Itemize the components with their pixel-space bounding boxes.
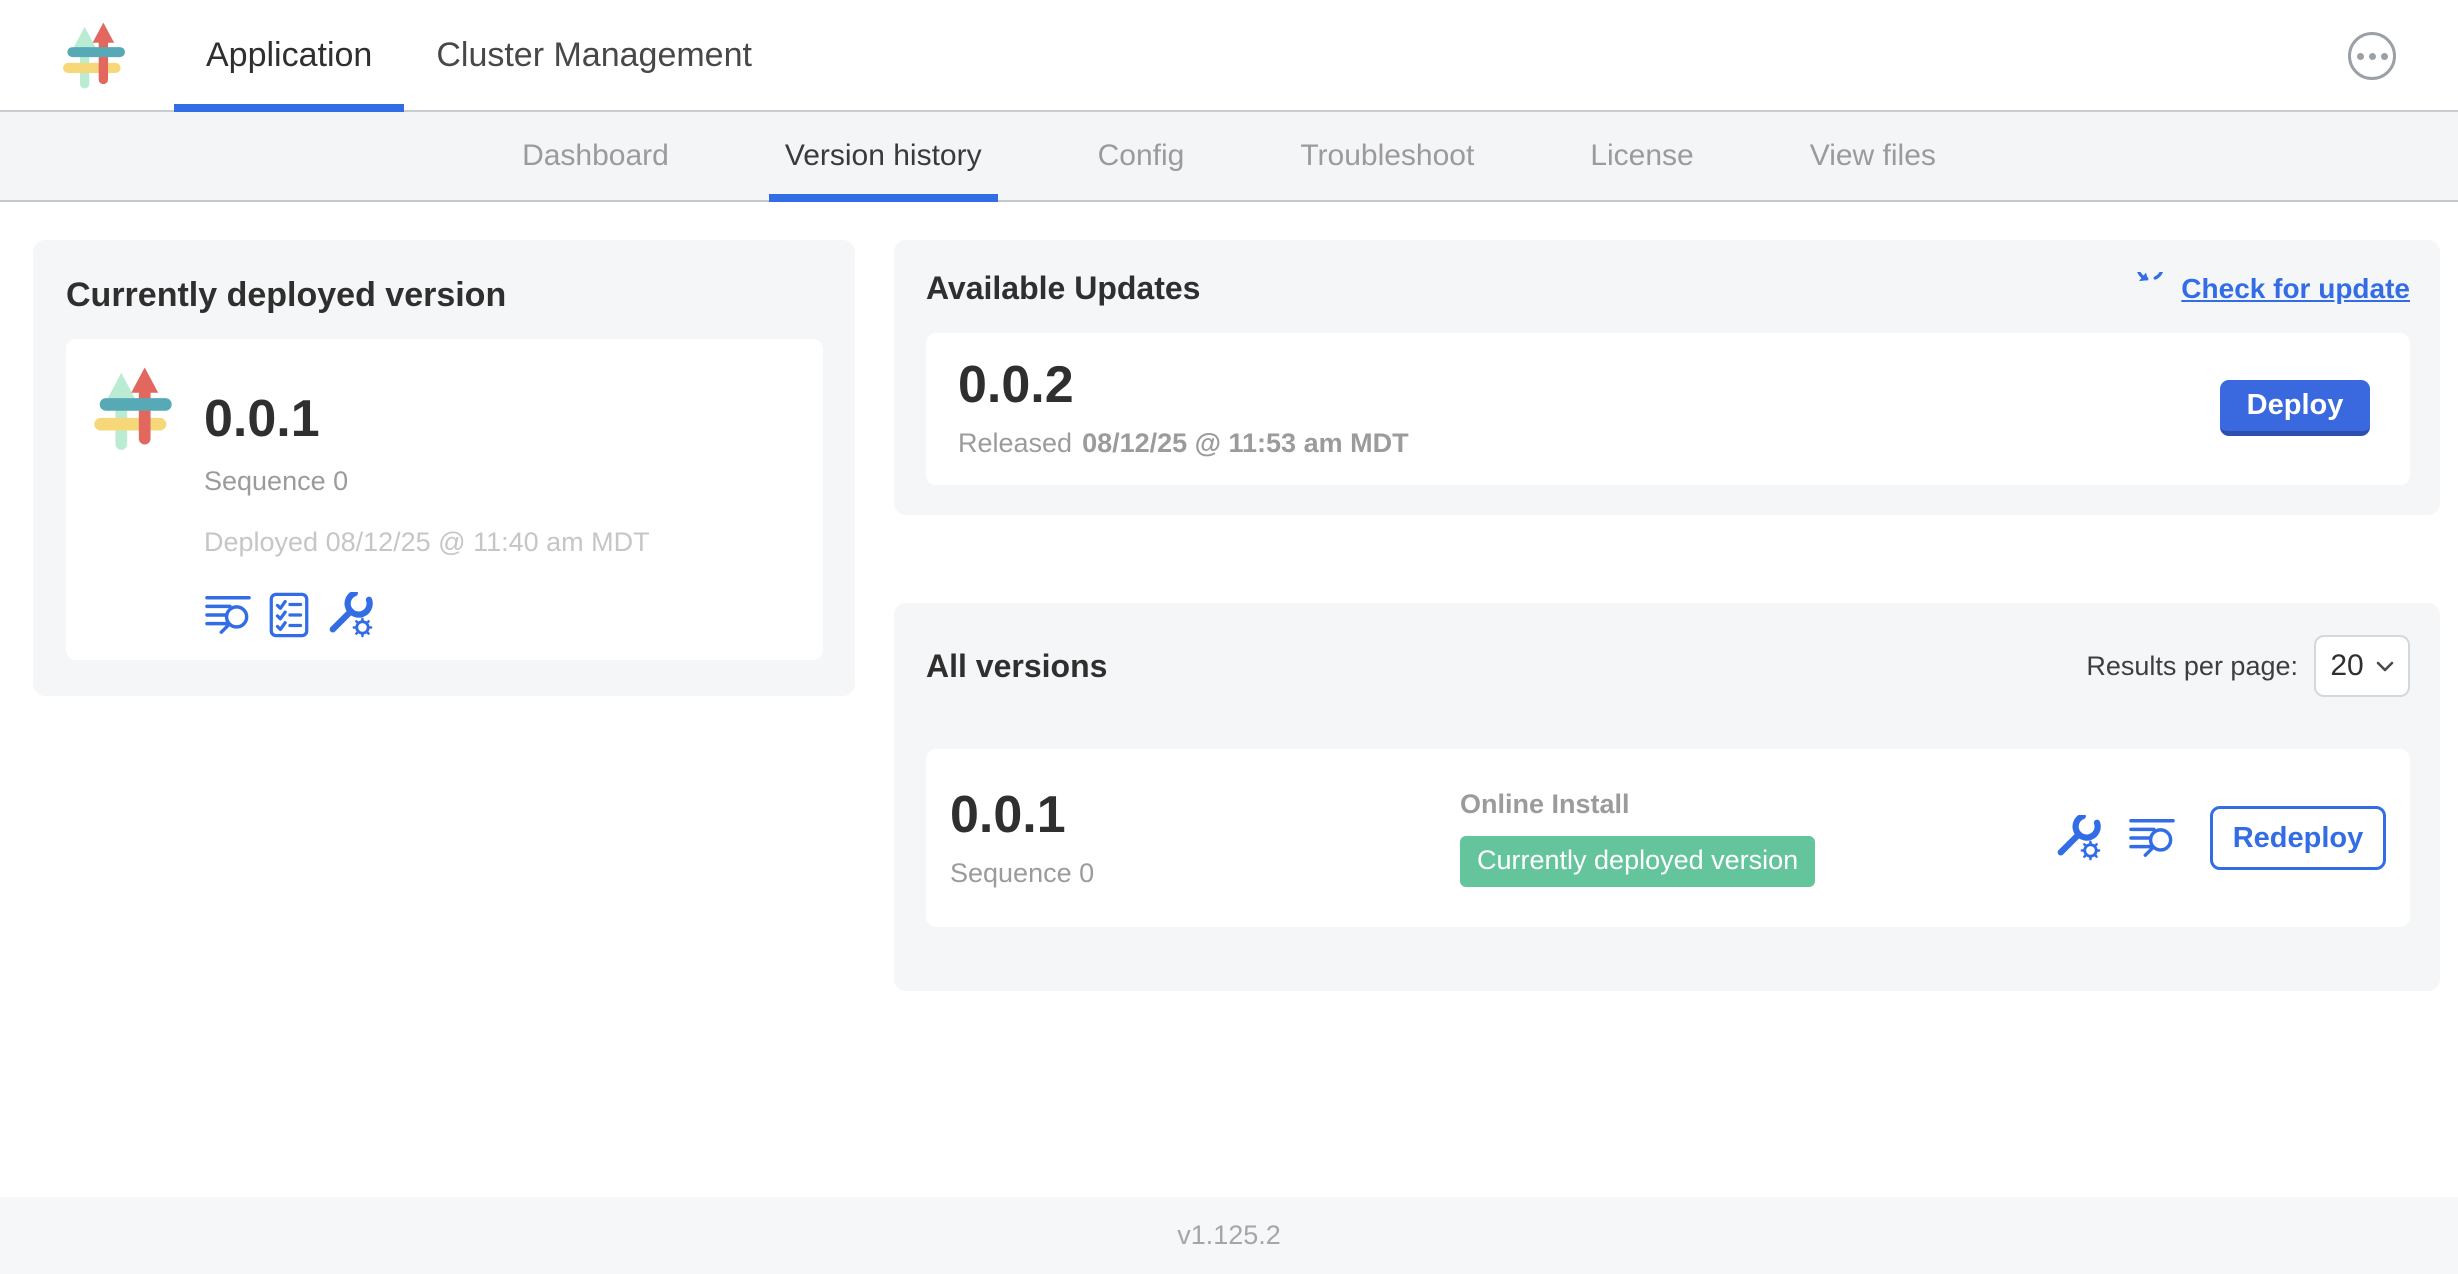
results-per-page-select[interactable]: 20 xyxy=(2314,635,2410,697)
update-released-line: Released 08/12/25 @ 11:53 am MDT xyxy=(958,428,1409,459)
row-sequence: Sequence 0 xyxy=(950,858,1460,889)
edit-config-button[interactable] xyxy=(326,592,374,638)
tab-cluster-management[interactable]: Cluster Management xyxy=(404,0,784,110)
edit-config-icon xyxy=(326,592,374,638)
subnav-tab-dashboard[interactable]: Dashboard xyxy=(464,112,727,200)
release-notes-icon xyxy=(2128,816,2176,860)
right-column: Available Updates Check for update 0.0.2… xyxy=(894,240,2440,991)
chevron-down-icon xyxy=(2376,661,2394,672)
release-notes-icon xyxy=(204,593,252,637)
deployed-action-icons xyxy=(204,592,650,638)
tab-application-label: Application xyxy=(206,36,372,75)
results-per-page-label: Results per page: xyxy=(2086,651,2298,682)
row-status-badge: Currently deployed version xyxy=(1460,836,1815,887)
redeploy-button[interactable]: Redeploy xyxy=(2210,806,2386,870)
tab-cluster-management-label: Cluster Management xyxy=(436,36,752,75)
all-versions-card: All versions Results per page: 20 0.0.1 … xyxy=(894,603,2440,991)
subnav-tab-version-history[interactable]: Version history xyxy=(727,112,1040,200)
edit-config-button[interactable] xyxy=(2054,815,2102,861)
app-logo xyxy=(58,17,130,93)
tab-application[interactable]: Application xyxy=(174,0,404,110)
deploy-button[interactable]: Deploy xyxy=(2220,380,2370,436)
available-updates-card: Available Updates Check for update 0.0.2… xyxy=(894,240,2440,515)
currently-deployed-title: Currently deployed version xyxy=(66,276,823,315)
currently-deployed-card: Currently deployed version 0.0.1 Sequenc… xyxy=(33,240,855,696)
subnav-tab-view-files[interactable]: View files xyxy=(1752,112,1994,200)
overflow-menu-button[interactable] xyxy=(2348,32,2396,80)
app-icon xyxy=(88,361,178,638)
edit-config-icon xyxy=(2054,815,2102,861)
available-updates-title: Available Updates xyxy=(926,270,1200,307)
top-app-bar: Application Cluster Management xyxy=(0,0,2458,112)
released-prefix: Released xyxy=(958,428,1072,459)
subnav-tab-config[interactable]: Config xyxy=(1040,112,1243,200)
subnav-tab-troubleshoot[interactable]: Troubleshoot xyxy=(1242,112,1532,200)
deployed-sequence: Sequence 0 xyxy=(204,466,650,497)
console-version: v1.125.2 xyxy=(1177,1220,1281,1251)
console-footer: v1.125.2 xyxy=(0,1197,2458,1274)
version-row: 0.0.1 Sequence 0 Online Install Currentl… xyxy=(926,749,2410,927)
release-notes-button[interactable] xyxy=(2128,816,2176,860)
arrows-logo-icon xyxy=(58,17,130,93)
row-install-type: Online Install xyxy=(1460,789,2054,820)
released-timestamp: 08/12/25 @ 11:53 am MDT xyxy=(1082,428,1409,459)
deployed-timestamp: Deployed 08/12/25 @ 11:40 am MDT xyxy=(204,527,650,558)
version-history-page: Currently deployed version 0.0.1 Sequenc… xyxy=(0,202,2458,991)
ellipsis-icon xyxy=(2357,53,2388,60)
results-per-page-value: 20 xyxy=(2330,649,2363,683)
row-actions: Redeploy xyxy=(2054,806,2386,870)
row-version-number: 0.0.1 xyxy=(950,787,1460,844)
preflight-checks-button[interactable] xyxy=(268,592,310,638)
deployed-version-number: 0.0.1 xyxy=(204,391,650,448)
app-subnav: Dashboard Version history Config Trouble… xyxy=(0,112,2458,202)
deployed-version-panel: 0.0.1 Sequence 0 Deployed 08/12/25 @ 11:… xyxy=(66,339,823,660)
check-for-update-label: Check for update xyxy=(2181,273,2410,305)
check-for-update-link[interactable]: Check for update xyxy=(2135,272,2410,306)
preflight-checks-icon xyxy=(268,592,310,638)
available-update-row: 0.0.2 Released 08/12/25 @ 11:53 am MDT D… xyxy=(926,333,2410,485)
all-versions-title: All versions xyxy=(926,648,1107,685)
subnav-tab-license[interactable]: License xyxy=(1532,112,1751,200)
refresh-icon xyxy=(2135,272,2169,306)
release-notes-button[interactable] xyxy=(204,593,252,637)
update-version-number: 0.0.2 xyxy=(958,357,1409,414)
